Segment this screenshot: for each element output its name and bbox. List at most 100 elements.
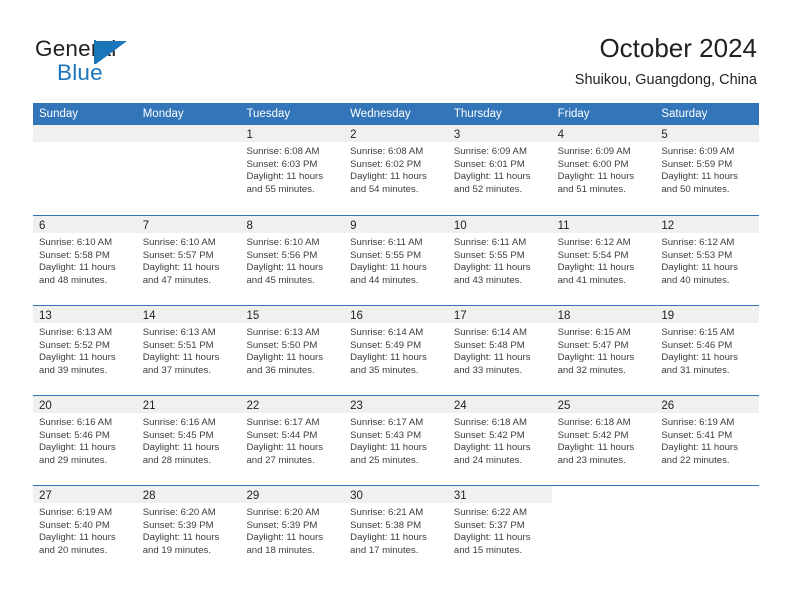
calendar-day-cell[interactable]: 15 Sunrise: 6:13 AM Sunset: 5:50 PM Dayligh… [240, 306, 345, 395]
calendar-day-cell[interactable]: 7 Sunrise: 6:10 AM Sunset: 5:57 PM Daylight… [136, 216, 241, 305]
daylight-text-line1: Daylight: 11 hours [350, 171, 427, 183]
calendar-day-cell[interactable]: 5 Sunrise: 6:09 AM Sunset: 5:59 PM Daylight… [655, 125, 760, 215]
daylight-text-line1: Daylight: 11 hours [142, 442, 220, 454]
day-number: 7 [142, 220, 150, 232]
weekday-header-row: Sunday Monday Tuesday Wednesday Thursday… [33, 103, 759, 125]
day-number: 17 [453, 310, 467, 322]
day-details: Sunrise: 6:11 AM Sunset: 5:55 PM Daylight:… [448, 233, 552, 288]
daylight-text-line2: and 43 minutes. [453, 275, 523, 287]
calendar-day-cell[interactable]: 16 Sunrise: 6:14 AM Sunset: 5:49 PM Dayligh… [344, 306, 448, 395]
sunset-text: Sunset: 6:01 PM [453, 158, 525, 170]
calendar-day-cell[interactable]: 13 Sunrise: 6:13 AM Sunset: 5:52 PM Dayligh… [33, 306, 137, 395]
daylight-text-line1: Daylight: 11 hours [39, 352, 116, 364]
sunrise-text: Sunrise: 6:18 AM [453, 417, 527, 428]
daylight-text-line2: and 45 minutes. [246, 275, 315, 287]
calendar-day-cell[interactable]: 20 Sunrise: 6:16 AM Sunset: 5:46 PM Dayligh… [33, 396, 137, 485]
day-number-band: 14 [136, 306, 241, 323]
daylight-text-line2: and 24 minutes. [453, 455, 523, 467]
calendar-day-cell[interactable]: 17 Sunrise: 6:14 AM Sunset: 5:48 PM Dayligh… [447, 306, 552, 395]
day-number: 14 [142, 310, 156, 322]
day-number-band: 3 [447, 125, 552, 142]
sunset-text: Sunset: 5:52 PM [39, 339, 110, 351]
day-details: Sunrise: 6:12 AM Sunset: 5:53 PM Daylight:… [655, 233, 759, 288]
daylight-text-line1: Daylight: 11 hours [453, 262, 531, 274]
day-details: Sunrise: 6:14 AM Sunset: 5:48 PM Daylight:… [448, 323, 552, 378]
calendar-day-cell-empty [136, 125, 241, 215]
calendar-day-cell[interactable]: 21 Sunrise: 6:16 AM Sunset: 5:45 PM Dayligh… [136, 396, 241, 485]
calendar-day-cell[interactable]: 26 Sunrise: 6:19 AM Sunset: 5:41 PM Dayligh… [655, 396, 760, 485]
day-number-band: 17 [447, 306, 552, 323]
day-number-band: 5 [655, 125, 760, 142]
calendar-day-cell[interactable]: 1 Sunrise: 6:08 AM Sunset: 6:03 PM Daylight… [240, 125, 345, 215]
daylight-text-line1: Daylight: 11 hours [453, 171, 531, 183]
day-details: Sunrise: 6:16 AM Sunset: 5:45 PM Daylight:… [137, 413, 241, 468]
day-details: Sunrise: 6:17 AM Sunset: 5:44 PM Daylight:… [240, 413, 344, 468]
calendar-day-cell[interactable]: 10 Sunrise: 6:11 AM Sunset: 5:55 PM Dayligh… [447, 216, 552, 305]
sunset-text: Sunset: 5:43 PM [350, 429, 422, 441]
sunset-text: Sunset: 5:56 PM [246, 249, 318, 261]
day-details: Sunrise: 6:13 AM Sunset: 5:50 PM Daylight:… [240, 323, 344, 378]
day-number: 10 [453, 220, 467, 232]
daylight-text-line1: Daylight: 11 hours [350, 532, 427, 544]
day-details: Sunrise: 6:08 AM Sunset: 6:03 PM Daylight:… [240, 142, 344, 197]
calendar-day-cell[interactable]: 29 Sunrise: 6:20 AM Sunset: 5:39 PM Dayligh… [240, 486, 345, 575]
day-number-band: 12 [655, 216, 760, 233]
calendar-day-cell[interactable]: 2 Sunrise: 6:08 AM Sunset: 6:02 PM Daylight… [344, 125, 448, 215]
sunrise-text: Sunrise: 6:09 AM [453, 146, 527, 157]
day-number: 15 [246, 310, 260, 322]
calendar-day-cell[interactable]: 9 Sunrise: 6:11 AM Sunset: 5:55 PM Daylight… [344, 216, 448, 305]
day-number: 12 [661, 220, 675, 232]
day-number-band: 29 [240, 486, 345, 503]
sunrise-text: Sunrise: 6:15 AM [661, 327, 735, 338]
day-details: Sunrise: 6:13 AM Sunset: 5:51 PM Daylight:… [137, 323, 241, 378]
day-number: 30 [350, 490, 363, 502]
day-number: 29 [246, 490, 260, 502]
day-details: Sunrise: 6:11 AM Sunset: 5:55 PM Daylight:… [344, 233, 448, 288]
calendar-day-cell[interactable]: 24 Sunrise: 6:18 AM Sunset: 5:42 PM Dayligh… [447, 396, 552, 485]
weekday-header-saturday: Saturday [661, 108, 708, 120]
daylight-text-line1: Daylight: 11 hours [246, 262, 324, 274]
calendar-day-cell[interactable]: 25 Sunrise: 6:18 AM Sunset: 5:42 PM Dayligh… [551, 396, 656, 485]
calendar-day-cell[interactable]: 30 Sunrise: 6:21 AM Sunset: 5:38 PM Dayligh… [344, 486, 448, 575]
calendar-day-cell[interactable]: 8 Sunrise: 6:10 AM Sunset: 5:56 PM Daylight… [240, 216, 345, 305]
day-details: Sunrise: 6:09 AM Sunset: 6:01 PM Daylight:… [448, 142, 552, 197]
day-number-band: 24 [447, 396, 552, 413]
calendar-day-cell[interactable]: 22 Sunrise: 6:17 AM Sunset: 5:44 PM Dayligh… [240, 396, 345, 485]
sunset-text: Sunset: 5:46 PM [661, 339, 733, 351]
sunrise-text: Sunrise: 6:10 AM [142, 237, 216, 248]
calendar-day-cell[interactable]: 18 Sunrise: 6:15 AM Sunset: 5:47 PM Dayligh… [551, 306, 656, 395]
daylight-text-line2: and 20 minutes. [39, 545, 108, 557]
day-number: 11 [557, 220, 570, 232]
calendar-day-cell[interactable]: 19 Sunrise: 6:15 AM Sunset: 5:46 PM Dayligh… [655, 306, 760, 395]
sunset-text: Sunset: 6:00 PM [557, 158, 629, 170]
calendar-day-cell[interactable]: 27 Sunrise: 6:19 AM Sunset: 5:40 PM Dayligh… [33, 486, 137, 575]
sunset-text: Sunset: 5:55 PM [350, 249, 422, 261]
daylight-text-line1: Daylight: 11 hours [453, 532, 531, 544]
day-number: 13 [39, 310, 52, 322]
sunrise-text: Sunrise: 6:12 AM [557, 237, 631, 248]
day-details: Sunrise: 6:09 AM Sunset: 5:59 PM Daylight:… [655, 142, 759, 197]
calendar-day-cell[interactable]: 6 Sunrise: 6:10 AM Sunset: 5:58 PM Daylight… [33, 216, 137, 305]
daylight-text-line2: and 32 minutes. [557, 365, 626, 377]
calendar-day-cell[interactable]: 3 Sunrise: 6:09 AM Sunset: 6:01 PM Daylight… [447, 125, 552, 215]
day-number-band: 7 [136, 216, 241, 233]
calendar-day-cell[interactable]: 14 Sunrise: 6:13 AM Sunset: 5:51 PM Dayligh… [136, 306, 241, 395]
sunset-text: Sunset: 5:39 PM [142, 519, 214, 531]
calendar-day-cell[interactable]: 11 Sunrise: 6:12 AM Sunset: 5:54 PM Dayligh… [551, 216, 656, 305]
daylight-text-line2: and 18 minutes. [246, 545, 315, 557]
day-number-band: 13 [33, 306, 137, 323]
daylight-text-line1: Daylight: 11 hours [557, 352, 635, 364]
sunset-text: Sunset: 5:49 PM [350, 339, 422, 351]
calendar-day-cell[interactable]: 4 Sunrise: 6:09 AM Sunset: 6:00 PM Daylight… [551, 125, 656, 215]
sunrise-text: Sunrise: 6:13 AM [142, 327, 216, 338]
calendar-day-cell[interactable]: 12 Sunrise: 6:12 AM Sunset: 5:53 PM Dayligh… [655, 216, 760, 305]
general-blue-logo: General Blue [35, 36, 215, 88]
day-details: Sunrise: 6:20 AM Sunset: 5:39 PM Daylight:… [137, 503, 241, 558]
daylight-text-line2: and 37 minutes. [142, 365, 211, 377]
sunrise-text: Sunrise: 6:13 AM [39, 327, 113, 338]
calendar-day-cell[interactable]: 28 Sunrise: 6:20 AM Sunset: 5:39 PM Dayligh… [136, 486, 241, 575]
calendar-day-cell[interactable]: 23 Sunrise: 6:17 AM Sunset: 5:43 PM Dayligh… [344, 396, 448, 485]
sunrise-text: Sunrise: 6:19 AM [39, 507, 113, 518]
calendar-day-cell[interactable]: 31 Sunrise: 6:22 AM Sunset: 5:37 PM Dayligh… [447, 486, 552, 575]
sunset-text: Sunset: 5:55 PM [453, 249, 525, 261]
